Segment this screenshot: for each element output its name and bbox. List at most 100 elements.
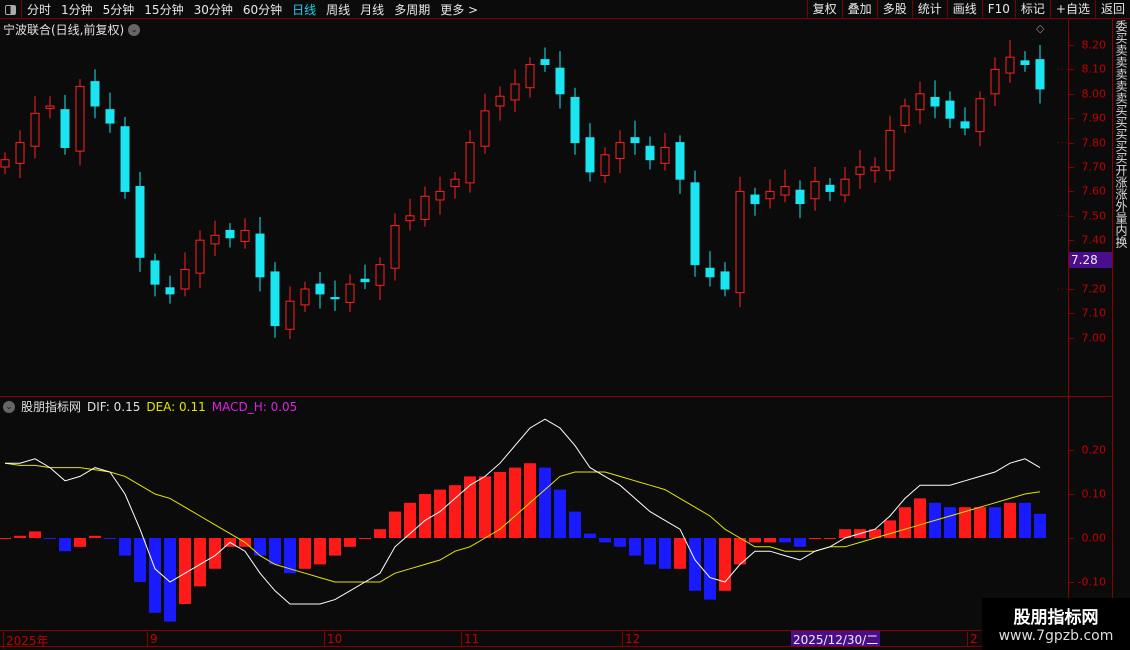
- candle-down: [255, 233, 265, 278]
- axis-tick: [1069, 45, 1074, 46]
- watermark-url: www.7gpzb.com: [998, 628, 1114, 644]
- price-axis-label: 8.00: [1081, 87, 1107, 101]
- macd-bar: [44, 538, 56, 539]
- macd-bar: [914, 498, 926, 538]
- panel-divider: [0, 396, 1112, 397]
- macd-bar: [419, 494, 431, 538]
- chart-canvas[interactable]: [0, 0, 1068, 630]
- macd-bar: [899, 507, 911, 538]
- axis-tick: [1069, 191, 1074, 193]
- candle-up: [735, 190, 745, 294]
- axis-tick: [1069, 69, 1074, 71]
- dea-value: DEA: 0.11: [146, 399, 206, 414]
- candle-down: [330, 297, 340, 300]
- candle-down: [150, 260, 160, 285]
- candle-up: [480, 110, 490, 147]
- macd-bar: [1034, 513, 1046, 538]
- candle-down: [630, 137, 640, 144]
- indicator-axis-label: 0.20: [1081, 443, 1107, 457]
- axis-tick: [1069, 289, 1074, 290]
- macd-bar: [539, 467, 551, 538]
- macd-bar: [359, 538, 371, 539]
- macd-bar: [449, 485, 461, 538]
- candle-down: [555, 67, 565, 95]
- candle-down: [645, 145, 655, 161]
- macd-bar: [389, 511, 401, 538]
- macd-bar: [764, 538, 776, 543]
- macd-bar: [299, 538, 311, 569]
- date-label: 12: [622, 632, 640, 646]
- candle-up: [300, 288, 310, 306]
- side-info-panel: 委买卖卖卖卖卖买买买买买开涨涨外量内换: [1112, 20, 1130, 630]
- axis-tick: [1069, 582, 1074, 583]
- candle-down: [135, 186, 145, 258]
- macd-bar: [599, 538, 611, 543]
- date-axis: 2025年 9 10 11 12 2025/12/30/二 2: [0, 630, 1112, 649]
- candle-down: [1035, 59, 1045, 90]
- candle-up: [780, 186, 790, 196]
- axis-tick: [1069, 93, 1074, 95]
- macd-bar: [59, 538, 71, 552]
- price-axis: 8.20 8.10 8.00 7.90 7.80 7.70 7.60 7.50 7.40 7.20…: [1068, 20, 1112, 396]
- candle-up: [195, 239, 205, 274]
- axis-tick: [1069, 215, 1074, 217]
- macd-bar: [134, 538, 146, 582]
- axis-tick: [1069, 450, 1074, 451]
- candle-down: [165, 287, 175, 295]
- axis-tick: [1069, 167, 1074, 168]
- candle-up: [615, 142, 625, 159]
- price-axis-label: 8.10: [1081, 62, 1107, 76]
- candle-down: [105, 109, 115, 124]
- candle-up: [450, 178, 460, 188]
- axis-tick: [1069, 313, 1074, 315]
- candle-up: [840, 178, 850, 196]
- macd-bar: [509, 467, 521, 538]
- chevron-down-icon[interactable]: ⌄: [128, 23, 141, 36]
- macd-bar: [14, 535, 26, 538]
- macd-bar: [149, 538, 161, 613]
- diamond-icon[interactable]: ◇: [1036, 22, 1044, 35]
- candle-down: [90, 81, 100, 107]
- candle-up: [345, 283, 355, 303]
- candle-down: [540, 59, 550, 66]
- indicator-axis: 0.20 0.10 0.00 -0.10: [1068, 397, 1112, 630]
- date-label: 2025年: [3, 632, 49, 649]
- candle-up: [885, 129, 895, 172]
- macd-bar: [794, 538, 806, 547]
- price-axis-label: 7.60: [1081, 184, 1107, 198]
- macd-bar: [479, 476, 491, 538]
- macd-bar: [119, 538, 131, 556]
- back-button[interactable]: 返回: [1094, 0, 1130, 19]
- macd-bar: [554, 489, 566, 538]
- dif-value: DIF: 0.15: [87, 399, 141, 414]
- candle-up: [15, 142, 25, 164]
- price-axis-label: 7.50: [1081, 209, 1107, 223]
- macd-bar: [644, 538, 656, 565]
- macd-bar: [944, 507, 956, 538]
- macd-bar: [104, 538, 116, 539]
- candle-up: [405, 215, 415, 222]
- chevron-down-icon[interactable]: ⌄: [3, 400, 15, 413]
- candle-up: [510, 83, 520, 101]
- macd-bar: [29, 531, 41, 538]
- candle-up: [285, 300, 295, 330]
- candle-up: [465, 142, 475, 184]
- candle-down: [225, 229, 235, 239]
- candle-up: [990, 68, 1000, 95]
- candle-up: [870, 166, 880, 172]
- candle-down: [705, 267, 715, 278]
- price-axis-label: 7.00: [1081, 331, 1107, 345]
- macd-bar: [749, 538, 761, 543]
- indicator-name: 股朋指标网: [21, 400, 82, 414]
- indicator-axis-label: -0.10: [1077, 575, 1106, 589]
- macd-bar: [254, 538, 266, 556]
- candle-down: [720, 271, 730, 290]
- macd-bar: [704, 538, 716, 600]
- candle-up: [240, 229, 250, 242]
- candle-down: [270, 271, 280, 327]
- candle-down: [360, 278, 370, 283]
- macd-bar: [884, 520, 896, 538]
- candle-up: [30, 112, 40, 147]
- candle-down: [60, 109, 70, 148]
- macd-bar: [404, 502, 416, 538]
